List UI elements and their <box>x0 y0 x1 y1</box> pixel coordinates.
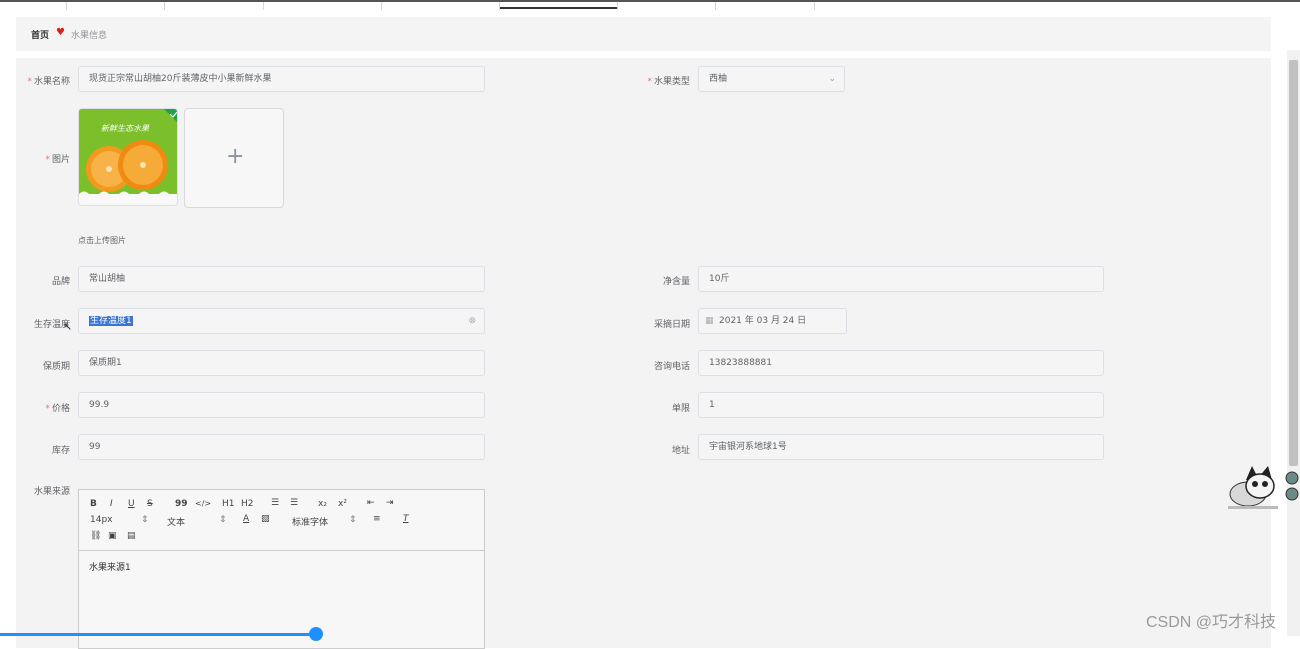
stock-input[interactable]: 99 <box>78 434 485 460</box>
background-color-icon[interactable]: ▧ <box>261 514 270 524</box>
pick-date-value: 2021 年 03 月 24 日 <box>719 316 807 326</box>
brand-label: 品牌 <box>51 277 70 287</box>
source-label: 水果来源 <box>33 487 70 497</box>
active-tab-indicator <box>500 7 617 9</box>
code-button[interactable]: </> <box>195 499 211 508</box>
brand-input[interactable]: 常山胡柚 <box>78 266 485 292</box>
tab-separator <box>381 2 382 10</box>
storage-temp-value: 生存温度1 <box>89 316 133 326</box>
chevron-down-icon: ⌄ <box>828 74 836 84</box>
fruit-name-input[interactable]: 现货正宗常山胡柚20斤装薄皮中小果新鲜水果 <box>78 66 485 92</box>
upload-hint: 点击上传图片 <box>78 236 126 245</box>
image-label: * 图片 <box>45 155 70 165</box>
net-weight-input[interactable]: 10斤 <box>698 266 1104 292</box>
cursor-icon: ↖ <box>63 320 73 333</box>
underline-button[interactable]: U <box>128 499 135 509</box>
align-icon[interactable]: ≡ <box>373 514 381 524</box>
font-family-select[interactable]: 标准字体 <box>292 515 328 528</box>
scrollbar-thumb[interactable] <box>1289 60 1298 466</box>
limit-label: 单限 <box>671 404 690 414</box>
stock-label: 库存 <box>51 446 70 456</box>
calendar-icon: ▦ <box>705 316 714 326</box>
breadcrumb-home[interactable]: 首页 <box>31 28 49 41</box>
strike-button[interactable]: S <box>147 499 153 509</box>
bold-button[interactable]: B <box>90 499 97 509</box>
link-icon[interactable]: ⛓ <box>90 531 101 541</box>
chevron-updown-icon: ⇕ <box>219 515 227 525</box>
font-size-select[interactable]: 14px <box>90 515 113 525</box>
tab-separator <box>164 2 165 10</box>
pick-date-picker[interactable]: ▦ 2021 年 03 月 24 日 <box>698 308 847 334</box>
pick-date-label: 采摘日期 <box>653 320 690 330</box>
storage-temp-input[interactable]: 生存温度1 ⊗ <box>78 308 485 334</box>
font-color-icon[interactable]: A <box>243 514 249 524</box>
address-input[interactable]: 宇宙银河系地球1号 <box>698 434 1104 460</box>
plus-icon: + <box>226 144 245 169</box>
chevron-updown-icon: ⇕ <box>141 515 149 525</box>
text-style-select[interactable]: 文本 <box>167 515 185 528</box>
shelf-life-input[interactable]: 保质期1 <box>78 350 485 376</box>
h1-button[interactable]: H1 <box>222 499 235 509</box>
tab-separator <box>814 2 815 10</box>
outdent-icon[interactable]: ⇤ <box>367 498 375 508</box>
top-tab-bar <box>0 0 1300 10</box>
image-icon[interactable]: ▣ <box>108 531 117 541</box>
editor-toolbar: B I U S 99 </> H1 H2 ☰ ☰ x₂ x² ⇤ ⇥ 14px … <box>79 490 484 551</box>
price-label: * 价格 <box>45 404 70 414</box>
tab-separator <box>715 2 716 10</box>
breadcrumb: 首页 ♥ 水果信息 <box>16 17 1271 51</box>
tab-separator <box>617 2 618 10</box>
clear-icon[interactable]: ⊗ <box>468 309 476 333</box>
uploaded-image-thumbnail[interactable]: 新鲜生态水果 <box>78 108 178 206</box>
blockquote-button[interactable]: 99 <box>175 499 188 509</box>
tab-separator <box>66 2 67 10</box>
watermark: CSDN @巧才科技 <box>1146 614 1277 631</box>
fruit-type-select[interactable]: 西柚 ⌄ <box>698 66 845 92</box>
clear-format-icon[interactable]: T <box>403 514 409 524</box>
phone-label: 咨询电话 <box>653 362 690 372</box>
ordered-list-icon[interactable]: ☰ <box>271 498 279 508</box>
fruit-name-label: * 水果名称 <box>27 77 70 87</box>
rich-text-editor: B I U S 99 </> H1 H2 ☰ ☰ x₂ x² ⇤ ⇥ 14px … <box>78 489 485 649</box>
fruit-type-value: 西柚 <box>709 74 728 84</box>
storage-temp-label: 生存温度 <box>33 320 70 330</box>
thumb-caption: 新鲜生态水果 <box>101 124 149 133</box>
editor-content[interactable]: 水果来源1 <box>89 560 131 573</box>
bullet-list-icon[interactable]: ☰ <box>290 498 298 508</box>
tab-separator <box>263 2 264 10</box>
limit-input[interactable]: 1 <box>698 392 1104 418</box>
video-icon[interactable]: ▤ <box>127 531 136 541</box>
shelf-life-label: 保质期 <box>42 362 70 372</box>
breadcrumb-current: 水果信息 <box>71 31 108 41</box>
upload-button[interactable]: + <box>184 108 284 208</box>
fruit-type-label: * 水果类型 <box>647 77 690 87</box>
subscript-button[interactable]: x₂ <box>318 499 327 509</box>
top-border <box>0 0 1300 2</box>
net-weight-label: 净含量 <box>662 277 690 287</box>
heart-icon: ♥ <box>56 27 65 38</box>
italic-button[interactable]: I <box>110 499 113 509</box>
cat-mascot-icon <box>1228 466 1299 509</box>
price-input[interactable]: 99.9 <box>78 392 485 418</box>
address-label: 地址 <box>671 446 690 456</box>
superscript-button[interactable]: x² <box>338 499 347 509</box>
indent-icon[interactable]: ⇥ <box>386 498 394 508</box>
progress-knob[interactable] <box>309 627 323 641</box>
h2-button[interactable]: H2 <box>241 499 254 509</box>
chevron-updown-icon: ⇕ <box>349 515 357 525</box>
phone-input[interactable]: 13823888881 <box>698 350 1104 376</box>
